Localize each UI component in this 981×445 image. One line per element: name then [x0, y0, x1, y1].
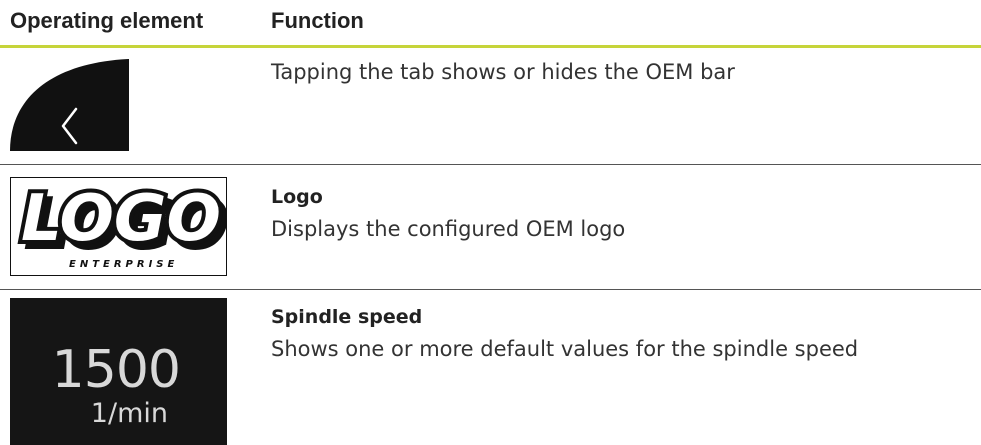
spindle-speed-value: 1500 — [51, 340, 181, 400]
row-divider — [0, 289, 981, 290]
oem-bar-tab-chevron-left-icon — [10, 59, 129, 151]
row-logo-title: Logo — [271, 186, 323, 208]
row-logo-description: Logo Displays the configured OEM logo — [271, 183, 625, 243]
header-function: Function — [271, 8, 364, 33]
logo-text: LOGO — [21, 182, 221, 256]
row-divider — [0, 164, 981, 165]
row-logo-text: Displays the configured OEM logo — [271, 217, 626, 241]
row-spindle-description: Spindle speed Shows one or more default … — [271, 303, 858, 363]
row-spindle-text: Shows one or more default values for the… — [271, 337, 859, 361]
oem-logo-icon: .lg { font-family: "DejaVu Sans", sans-s… — [10, 177, 230, 276]
header-divider — [0, 45, 981, 48]
header-operating-element: Operating element — [10, 8, 204, 33]
spindle-speed-display: 1500 1/min — [10, 298, 227, 445]
spindle-speed-unit: 1/min — [90, 398, 168, 429]
logo-subtext: ENTERPRISE — [69, 259, 178, 270]
row-spindle-title: Spindle speed — [271, 306, 423, 328]
table-header: Operating element Function — [0, 0, 981, 46]
row-oem-tab-text: Tapping the tab shows or hides the OEM b… — [271, 60, 735, 84]
row-oem-tab-description: Tapping the tab shows or hides the OEM b… — [271, 58, 735, 86]
